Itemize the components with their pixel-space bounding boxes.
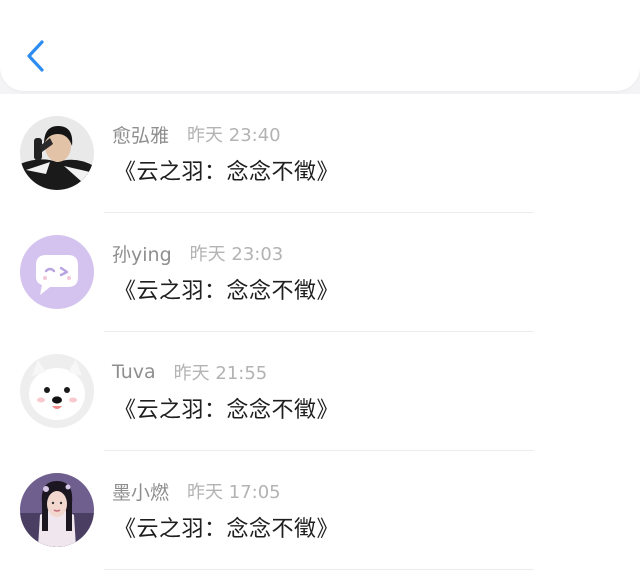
user-avatar[interactable] xyxy=(20,235,94,309)
message-meta: 愈弘雅 昨天 23:40 xyxy=(112,121,281,147)
sender-name[interactable]: 孙ying xyxy=(112,240,172,267)
sender-name[interactable]: 愈弘雅 xyxy=(112,121,169,148)
message-list: 愈弘雅 昨天 23:40 《云之羽：念念不徵》 孙ying 昨天 23:03 《… xyxy=(0,94,640,586)
message-text: 《云之羽：念念不徵》 xyxy=(114,160,340,185)
message-meta: 墨小燃 昨天 17:05 xyxy=(112,478,281,504)
user-avatar[interactable] xyxy=(20,473,94,547)
message-time: 昨天 23:40 xyxy=(187,125,281,146)
sender-name[interactable]: 墨小燃 xyxy=(112,478,169,505)
message-time: 昨天 23:03 xyxy=(189,244,284,265)
message-text: 《云之羽：念念不徵》 xyxy=(114,517,340,542)
back-button[interactable] xyxy=(18,36,52,76)
message-time: 昨天 17:05 xyxy=(187,482,281,503)
message-meta: Tuva 昨天 21:55 xyxy=(112,359,267,385)
message-item[interactable]: 愈弘雅 昨天 23:40 《云之羽：念念不徵》 xyxy=(0,94,640,213)
person-avatar-icon xyxy=(20,116,94,190)
user-avatar[interactable] xyxy=(20,116,94,190)
message-text: 《云之羽：念念不徵》 xyxy=(114,279,340,304)
message-item[interactable]: 孙ying 昨天 23:03 《云之羽：念念不徵》 xyxy=(0,213,640,332)
divider xyxy=(104,569,534,570)
dog-avatar-icon xyxy=(20,354,94,428)
chevron-left-icon xyxy=(27,40,44,72)
message-time: 昨天 21:55 xyxy=(173,363,268,384)
top-bar xyxy=(0,0,640,91)
user-avatar[interactable] xyxy=(20,354,94,428)
message-item[interactable]: 墨小燃 昨天 17:05 《云之羽：念念不徵》 xyxy=(0,451,640,570)
message-item[interactable]: Tuva 昨天 21:55 《云之羽：念念不徵》 xyxy=(0,332,640,451)
message-meta: 孙ying 昨天 23:03 xyxy=(112,240,283,266)
purple-chat-avatar-icon xyxy=(20,235,94,309)
woman-avatar-icon xyxy=(20,473,94,547)
message-text: 《云之羽：念念不徵》 xyxy=(114,398,340,423)
sender-name[interactable]: Tuva xyxy=(112,361,156,383)
